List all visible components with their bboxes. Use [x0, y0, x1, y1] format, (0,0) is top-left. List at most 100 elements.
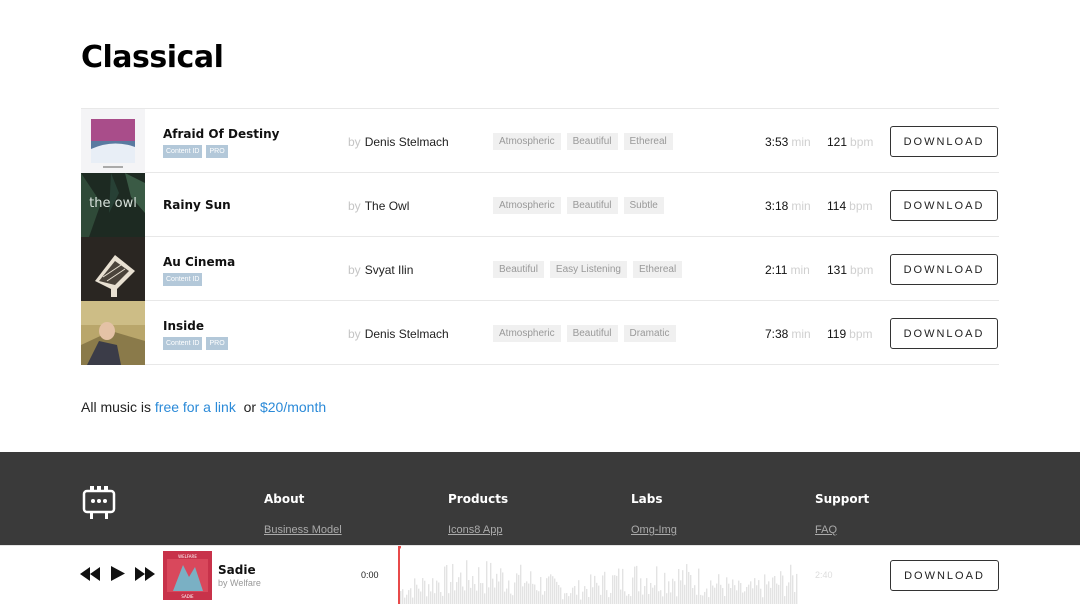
artist-name[interactable]: Denis Stelmach	[365, 135, 449, 149]
waveform-bar	[584, 586, 586, 604]
artist-name[interactable]: The Owl	[365, 199, 410, 213]
waveform-bar	[552, 576, 554, 604]
waveform-bar	[752, 588, 754, 604]
waveform-bar	[476, 590, 478, 604]
waveform-bar	[402, 589, 404, 604]
waveform-bar	[546, 578, 548, 604]
download-button[interactable]: DOWNLOAD	[890, 126, 998, 157]
download-button[interactable]: DOWNLOAD	[890, 190, 998, 221]
waveform-bar	[504, 591, 506, 604]
waveform-bar	[418, 588, 420, 604]
tag[interactable]: Beautiful	[566, 325, 618, 342]
waveform-bar	[764, 574, 766, 604]
waveform-bar	[692, 588, 694, 604]
track-title[interactable]: Au Cinema	[163, 255, 235, 269]
waveform-bar	[544, 591, 546, 604]
rewind-icon[interactable]	[80, 566, 100, 585]
waveform-bar	[512, 595, 514, 604]
content-id-badge: Content ID	[163, 273, 203, 286]
album-cover[interactable]	[81, 301, 145, 365]
track-title[interactable]: Afraid Of Destiny	[163, 127, 279, 141]
fast-forward-icon[interactable]	[135, 566, 155, 585]
album-cover[interactable]: the owl	[81, 173, 145, 237]
tag[interactable]: Atmospheric	[493, 133, 561, 150]
waveform-bar	[482, 583, 484, 604]
album-cover[interactable]	[81, 237, 145, 301]
waveform-bar	[448, 593, 450, 604]
waveform-bar	[760, 588, 762, 604]
footer-link[interactable]: FAQ	[815, 524, 869, 536]
table-row[interactable]: Afraid Of Destiny Content ID PRO by Denis…	[81, 109, 999, 173]
waveform-bar	[486, 561, 488, 604]
footer-link[interactable]: Business Model	[264, 524, 342, 536]
artist: by The Owl	[348, 199, 410, 213]
waveform-bar	[754, 578, 756, 604]
track-title[interactable]: Inside	[163, 319, 204, 333]
waveform-bar	[738, 580, 740, 604]
waveform-bar	[656, 566, 658, 604]
playhead-knob	[398, 546, 401, 549]
waveform-bar	[480, 583, 482, 604]
now-playing-artist[interactable]: by Welfare	[218, 578, 261, 588]
waveform-bar	[488, 587, 490, 604]
tag[interactable]: Atmospheric	[493, 325, 561, 342]
free-for-link[interactable]: free for a link	[155, 399, 236, 415]
waveform-bar	[646, 578, 648, 604]
subscription-link[interactable]: $20/month	[260, 399, 326, 415]
waveform-bar	[404, 597, 406, 604]
tag[interactable]: Dramatic	[623, 325, 676, 342]
tag[interactable]: Beautiful	[566, 197, 618, 214]
waveform-bar	[612, 575, 614, 604]
tag[interactable]: Beautiful	[566, 133, 618, 150]
waveform-bar	[540, 577, 542, 604]
tag[interactable]: Beautiful	[493, 261, 544, 278]
waveform-bar	[782, 575, 784, 604]
player-download-button[interactable]: DOWNLOAD	[890, 560, 999, 591]
table-row[interactable]: the owl Rainy Sun by The Owl Atmospheric …	[81, 173, 999, 237]
waveform-seekbar[interactable]	[398, 546, 800, 604]
footer-heading: Support	[815, 492, 870, 506]
waveform-bar	[628, 594, 630, 604]
waveform-bar	[710, 580, 712, 604]
waveform-bar	[456, 582, 458, 604]
waveform-bar	[794, 592, 796, 604]
tag[interactable]: Subtle	[623, 197, 664, 214]
table-row[interactable]: Inside Content ID PRO by Denis Stelmach A…	[81, 301, 999, 365]
download-button[interactable]: DOWNLOAD	[890, 318, 998, 349]
footer-column-about: About Business Model	[264, 492, 342, 536]
tag[interactable]: Ethereal	[623, 133, 673, 150]
footer-link[interactable]: Icons8 App	[448, 524, 508, 536]
download-button[interactable]: DOWNLOAD	[890, 254, 998, 285]
waveform-bar	[588, 597, 590, 604]
footer-link[interactable]: Omg-Img	[631, 524, 677, 536]
waveform-bar	[572, 587, 574, 604]
waveform-bar	[528, 583, 530, 604]
waveform-bar	[592, 587, 594, 604]
waveform-bar	[478, 567, 480, 604]
player-cover[interactable]: WELFARE SADIE	[163, 551, 212, 600]
waveform-bar	[450, 581, 452, 604]
play-icon[interactable]	[111, 566, 125, 585]
waveform-bar	[502, 572, 504, 604]
bpm: 119 bpm	[827, 327, 873, 341]
tag[interactable]: Ethereal	[632, 261, 683, 278]
pro-badge: PRO	[206, 337, 228, 350]
now-playing-title[interactable]: Sadie	[218, 563, 256, 577]
waveform-bar	[426, 596, 428, 604]
waveform-bar	[492, 578, 494, 604]
waveform-bar	[652, 587, 654, 604]
waveform-bar	[750, 581, 752, 604]
track-title[interactable]: Rainy Sun	[163, 198, 231, 212]
waveform-bar	[582, 591, 584, 604]
waveform-bar	[536, 590, 538, 604]
tag[interactable]: Atmospheric	[493, 197, 561, 214]
waveform-bar	[472, 575, 474, 604]
waveform-bar	[616, 575, 618, 604]
album-cover[interactable]	[81, 109, 145, 173]
tag[interactable]: Easy Listening	[549, 261, 627, 278]
waveform-bar	[736, 590, 738, 604]
artist-name[interactable]: Svyat Ilin	[365, 263, 414, 277]
table-row[interactable]: Au Cinema Content ID by Svyat Ilin Beauti…	[81, 237, 999, 301]
icons8-logo-icon[interactable]	[82, 484, 116, 524]
artist-name[interactable]: Denis Stelmach	[365, 327, 449, 341]
